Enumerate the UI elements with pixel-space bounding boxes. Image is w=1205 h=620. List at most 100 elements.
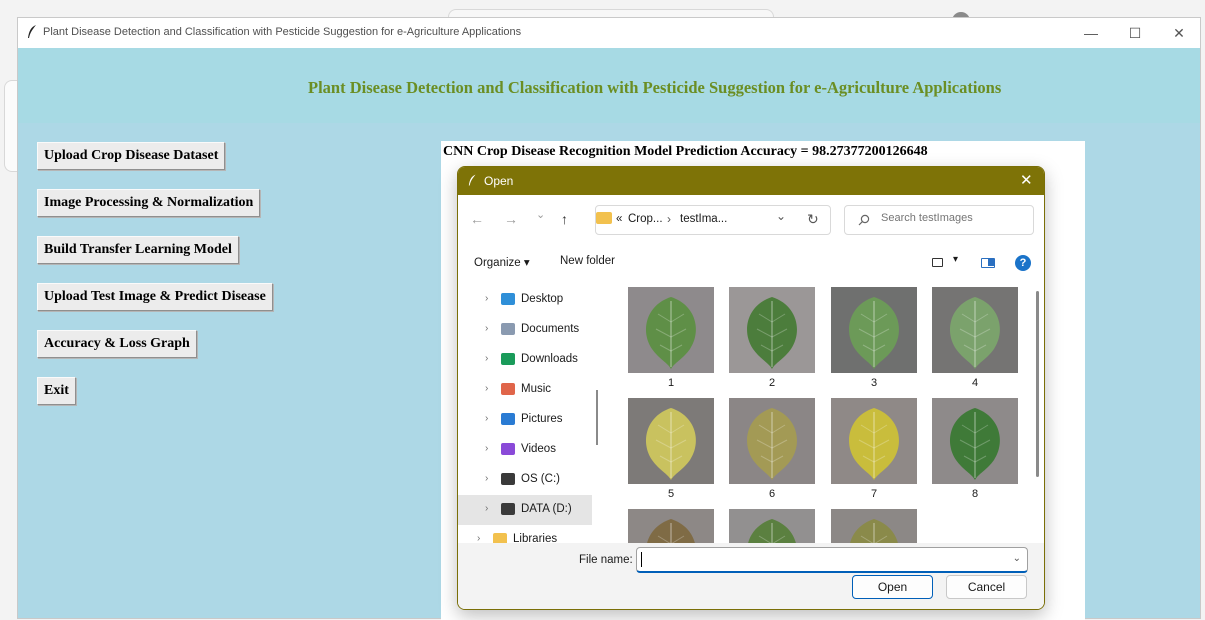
folder-icon <box>493 533 507 543</box>
view-mode-icon[interactable] <box>932 258 943 267</box>
file-list-scrollbar[interactable] <box>1036 291 1039 477</box>
close-button[interactable]: ✕ <box>1159 21 1199 45</box>
up-arrow-icon[interactable]: ↑ <box>561 211 568 227</box>
file-name-dropdown-icon[interactable]: ⌄ <box>1013 553 1021 564</box>
dialog-titlebar: Open ✕ <box>458 167 1044 195</box>
help-icon[interactable]: ? <box>1015 255 1031 271</box>
drive-icon <box>501 473 515 485</box>
background-panel-edge <box>4 80 17 172</box>
videos-icon <box>501 443 515 455</box>
tree-item-label: Libraries <box>513 533 558 543</box>
tree-item[interactable]: › Libraries <box>458 525 584 543</box>
new-folder-button[interactable]: New folder <box>560 255 615 267</box>
file-name-label: File name: <box>579 554 633 566</box>
file-thumbnail[interactable] <box>932 287 1018 373</box>
leaf-image <box>647 519 695 543</box>
preview-pane-fill <box>988 259 994 266</box>
forward-arrow-icon[interactable]: → <box>504 211 518 227</box>
file-thumbnail[interactable] <box>932 398 1018 484</box>
window-title: Plant Disease Detection and Classificati… <box>43 26 522 38</box>
tree-scrollbar[interactable] <box>596 390 598 445</box>
refresh-icon[interactable]: ↻ <box>807 211 819 228</box>
exit-button[interactable]: Exit <box>37 377 76 405</box>
leaf-image <box>950 408 1000 480</box>
maximize-button[interactable]: ☐ <box>1115 21 1155 45</box>
cancel-button[interactable]: Cancel <box>946 575 1027 599</box>
search-input[interactable] <box>881 212 1029 224</box>
tree-item[interactable]: › Pictures <box>458 405 592 435</box>
upload-test-image-button[interactable]: Upload Test Image & Predict Disease <box>37 283 273 311</box>
build-model-button[interactable]: Build Transfer Learning Model <box>37 236 239 264</box>
chevron-right-icon[interactable]: › <box>485 473 488 484</box>
tree-item[interactable]: › Downloads <box>458 345 592 375</box>
file-name[interactable]: 1 <box>628 377 714 389</box>
tree-item-label: Desktop <box>521 293 564 305</box>
command-bar: Organize ▾ New folder ▾ ? <box>458 245 1044 281</box>
image-processing-button[interactable]: Image Processing & Normalization <box>37 189 261 217</box>
desktop-icon <box>501 293 515 305</box>
breadcrumb-testimages[interactable]: testIma... <box>680 213 727 225</box>
recent-locations-icon[interactable]: ⌄ <box>536 208 545 221</box>
file-thumbnail[interactable] <box>628 398 714 484</box>
tree-item-label: Pictures <box>521 413 563 425</box>
file-name[interactable]: 6 <box>729 488 815 500</box>
file-thumbnail[interactable] <box>729 509 815 543</box>
dialog-close-button[interactable]: ✕ <box>1020 171 1033 189</box>
preview-pane-icon[interactable] <box>981 258 995 268</box>
file-name[interactable]: 7 <box>831 488 917 500</box>
address-dropdown-icon[interactable]: ⌄ <box>776 209 786 223</box>
chevron-right-icon[interactable]: › <box>485 443 488 454</box>
tree-item[interactable]: › OS (C:) <box>458 465 592 495</box>
chevron-right-icon[interactable]: › <box>477 533 480 543</box>
leaf-image <box>849 297 899 369</box>
leaf-image <box>747 297 797 369</box>
minimize-button[interactable]: — <box>1071 21 1111 45</box>
address-bar[interactable]: « Crop... › testIma... ⌄ ↻ <box>595 205 831 235</box>
search-box[interactable] <box>844 205 1034 235</box>
file-name[interactable]: 3 <box>831 377 917 389</box>
tree-item-label: OS (C:) <box>521 473 560 485</box>
documents-icon <box>501 323 515 335</box>
open-button[interactable]: Open <box>852 575 933 599</box>
leaf-image <box>748 519 796 543</box>
file-name[interactable]: 5 <box>628 488 714 500</box>
file-list: 1 2 3 4 5 6 7 8 <box>602 281 1036 543</box>
file-thumbnail[interactable] <box>628 287 714 373</box>
file-name[interactable]: 2 <box>729 377 815 389</box>
tree-item[interactable]: › DATA (D:) <box>458 495 592 525</box>
view-dropdown-icon[interactable]: ▾ <box>953 254 958 265</box>
dialog-title: Open <box>484 174 514 188</box>
chevron-right-icon[interactable]: › <box>485 413 488 424</box>
chevron-right-icon[interactable]: › <box>485 503 488 514</box>
tree-item[interactable]: › Videos <box>458 435 592 465</box>
chevron-right-icon[interactable]: › <box>485 353 488 364</box>
file-thumbnail[interactable] <box>831 287 917 373</box>
file-name[interactable]: 4 <box>932 377 1018 389</box>
file-thumbnail[interactable] <box>729 287 815 373</box>
chevron-right-icon[interactable]: › <box>485 293 488 304</box>
tree-item[interactable]: › Desktop <box>458 285 592 315</box>
file-name[interactable]: 8 <box>932 488 1018 500</box>
tree-item[interactable]: › Documents <box>458 315 592 345</box>
chevron-right-icon[interactable]: › <box>485 323 488 334</box>
breadcrumb-crop[interactable]: Crop... <box>628 213 663 225</box>
tree-item[interactable]: › Music <box>458 375 592 405</box>
file-thumbnail[interactable] <box>729 398 815 484</box>
file-thumbnail[interactable] <box>628 509 714 543</box>
search-icon <box>858 214 870 226</box>
organize-menu[interactable]: Organize ▾ <box>474 255 530 269</box>
file-name-input[interactable] <box>641 552 1001 567</box>
file-thumbnail[interactable] <box>831 398 917 484</box>
back-arrow-icon[interactable]: ← <box>470 211 484 227</box>
pictures-icon <box>501 413 515 425</box>
upload-dataset-button[interactable]: Upload Crop Disease Dataset <box>37 142 226 170</box>
feather-icon <box>28 25 36 38</box>
breadcrumb-separator: › <box>667 212 671 226</box>
tree-item-label: Documents <box>521 323 580 335</box>
chevron-right-icon[interactable]: › <box>485 383 488 394</box>
accuracy-graph-button[interactable]: Accuracy & Loss Graph <box>37 330 197 358</box>
navigation-tree: › Desktop › Documents › Downloads › Music › Pictu… <box>458 281 592 543</box>
folder-icon <box>596 212 612 224</box>
file-thumbnail[interactable] <box>831 509 917 543</box>
file-name-field[interactable]: ⌄ <box>636 547 1028 573</box>
